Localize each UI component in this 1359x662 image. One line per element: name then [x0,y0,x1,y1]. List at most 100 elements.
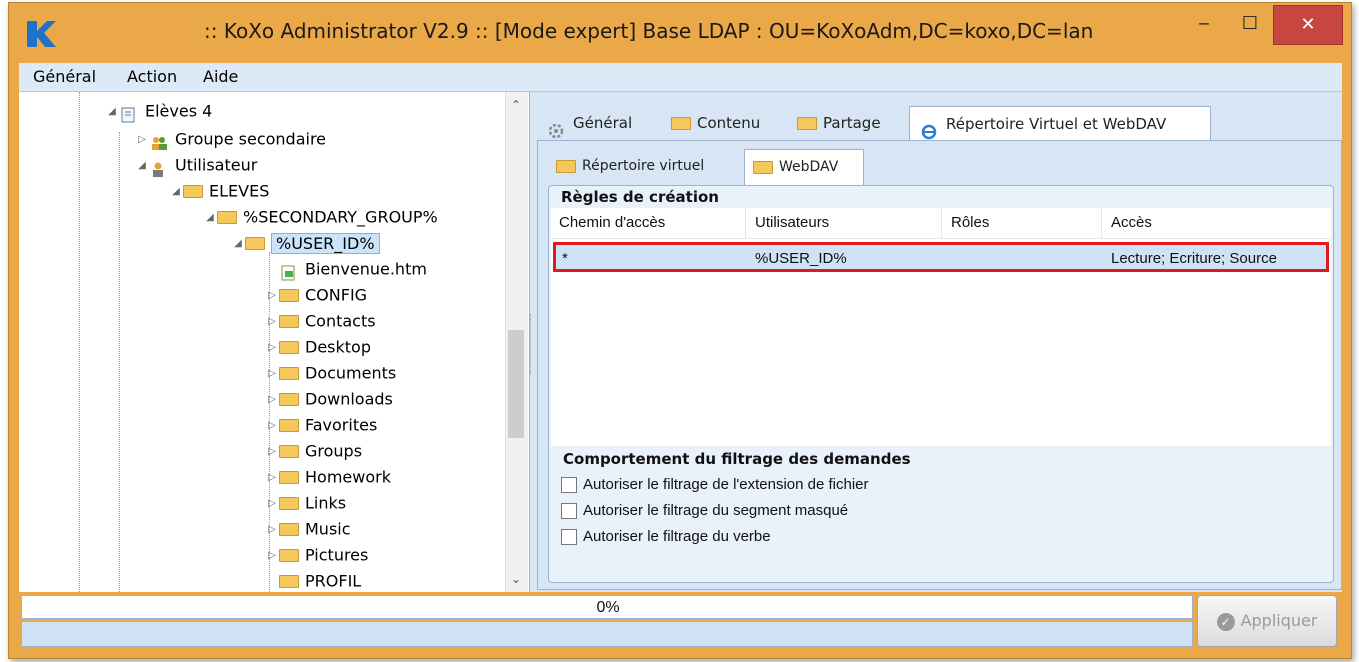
expand-icon[interactable]: ▷ [265,387,279,413]
tab-repertoire-virtuel[interactable]: Répertoire virtuel [548,149,712,183]
collapse-icon[interactable]: ◢ [231,231,245,257]
panel-splitter[interactable] [530,314,535,374]
folder-icon [279,289,299,302]
webdav-folder-icon [753,160,773,174]
folder-icon [279,315,299,328]
cell-users: %USER_ID% [755,250,847,267]
tree-item-links[interactable]: ▷ Links [265,490,346,516]
folder-icon [279,575,299,588]
folder-icon [183,185,203,198]
tab-repertoire-virtuel-webdav[interactable]: Répertoire Virtuel et WebDAV [909,106,1211,142]
group-icon [149,133,169,150]
folder-icon [279,497,299,510]
folder-icon [671,117,691,130]
collapse-icon[interactable]: ◢ [169,179,183,205]
tree-item-documents[interactable]: ▷ Documents [265,360,396,386]
cell-path: * [562,250,568,267]
expand-icon[interactable]: ▷ [265,283,279,309]
folder-icon [217,211,237,224]
grid-header: Chemin d'accès Utilisateurs Rôles Accès [551,208,1331,239]
column-header-roles[interactable]: Rôles [951,214,989,231]
tree-item-profil[interactable]: PROFIL [265,568,361,592]
checkbox[interactable] [561,477,577,494]
tree-item-favorites[interactable]: ▷ Favorites [265,412,377,438]
virtual-folder-icon [556,159,576,173]
expand-icon[interactable]: ▷ [135,127,149,153]
menu-action[interactable]: Action [127,67,177,86]
tab-general[interactable]: Général [537,106,642,140]
folder-icon [245,237,265,250]
collapse-icon[interactable]: ◢ [135,153,149,179]
table-row[interactable]: * %USER_ID% Lecture; Ecriture; Source [553,242,1329,272]
tree-item-contacts[interactable]: ▷ Contacts [265,308,375,335]
expand-icon[interactable]: ▷ [265,413,279,439]
option-hidden-segment[interactable]: Autoriser le filtrage du segment masqué [561,500,848,522]
folder-icon [279,393,299,406]
tree-item-bienvenue[interactable]: Bienvenue.htm [265,256,427,282]
gear-icon [547,117,567,138]
tree-item-homework[interactable]: ▷ Homework [265,464,391,490]
expand-icon[interactable]: ▷ [265,465,279,491]
option-verb[interactable]: Autoriser le filtrage du verbe [561,526,771,548]
expand-icon[interactable]: ▷ [265,439,279,465]
title-bar[interactable]: :: KoXo Administrator V2.9 :: [Mode expe… [9,3,1351,61]
expand-icon[interactable]: ▷ [265,361,279,387]
option-file-extension[interactable]: Autoriser le filtrage de l'extension de … [561,474,869,496]
tree-item-eleves-4[interactable]: ◢ Elèves 4 [105,98,212,124]
tree-item-secondary-group[interactable]: ◢ %SECONDARY_GROUP% [203,204,438,230]
column-header-path[interactable]: Chemin d'accès [559,214,665,231]
tree-item-desktop[interactable]: ▷ Desktop [265,334,371,360]
tree-item-utilisateur[interactable]: ◢ Utilisateur [135,152,257,178]
collapse-icon[interactable]: ◢ [105,99,119,125]
internet-explorer-icon [920,118,940,139]
close-button[interactable]: ✕ [1273,5,1343,45]
tree-item-music[interactable]: ▷ Music [265,516,350,543]
column-header-users[interactable]: Utilisateurs [755,214,829,231]
scroll-up-icon[interactable]: ⌃ [505,94,527,116]
column-header-access[interactable]: Accès [1111,214,1152,231]
scrollbar-thumb[interactable] [508,330,524,438]
expand-icon[interactable]: ▷ [265,491,279,517]
checkbox[interactable] [561,529,577,546]
tree-item-groups[interactable]: ▷ Groups [265,438,362,464]
document-icon [119,105,139,122]
app-window: :: KoXo Administrator V2.9 :: [Mode expe… [8,2,1352,659]
tree-item-user-id[interactable]: ◢ %USER_ID% [231,230,380,256]
tab-webdav[interactable]: WebDAV [744,149,864,186]
check-icon: ✓ [1216,612,1235,631]
filtering-group-title: Comportement du filtrage des demandes [563,450,911,468]
apply-button[interactable]: ✓ Appliquer [1197,595,1337,647]
folder-icon [279,341,299,354]
scroll-down-icon[interactable]: ⌄ [505,568,527,590]
window-title: :: KoXo Administrator V2.9 :: [Mode expe… [204,19,1094,43]
webdav-settings: Règles de création Chemin d'accès Utilis… [548,185,1334,583]
expand-icon[interactable]: ▷ [265,335,279,361]
rules-grid[interactable]: Chemin d'accès Utilisateurs Rôles Accès … [551,208,1331,446]
shared-folder-icon [797,117,817,130]
tree-item-pictures[interactable]: ▷ Pictures [265,542,368,568]
menu-general[interactable]: Général [33,67,96,86]
tab-contenu[interactable]: Contenu [661,106,770,140]
minimize-button[interactable]: ‒ [1181,5,1227,45]
folder-icon [279,445,299,458]
folder-icon [279,471,299,484]
tab-content: Répertoire virtuel WebDAV Règles de créa… [537,140,1342,590]
checkbox[interactable] [561,503,577,520]
tab-partage[interactable]: Partage [787,106,891,140]
expand-icon[interactable]: ▷ [265,309,279,335]
cell-access: Lecture; Ecriture; Source [1111,250,1277,267]
collapse-icon[interactable]: ◢ [203,205,217,231]
tree-item-eleves-folder[interactable]: ◢ ELEVES [169,178,269,204]
maximize-button[interactable]: ☐ [1227,5,1273,45]
tree-item-config[interactable]: ▷ CONFIG [265,282,367,308]
tree-item-groupe-secondaire[interactable]: ▷ Groupe secondaire [135,126,326,152]
folder-icon [279,419,299,432]
expand-icon[interactable]: ▷ [265,543,279,569]
html-file-icon [279,263,299,280]
menu-aide[interactable]: Aide [203,67,238,86]
status-area: 0% ✓ Appliquer [19,593,1342,653]
rules-group-title: Règles de création [561,188,719,206]
tree-item-downloads[interactable]: ▷ Downloads [265,386,393,412]
client-area: ◢ Elèves 4 ▷ Groupe secondaire ◢ Utilisateu… [19,92,1342,592]
expand-icon[interactable]: ▷ [265,517,279,543]
